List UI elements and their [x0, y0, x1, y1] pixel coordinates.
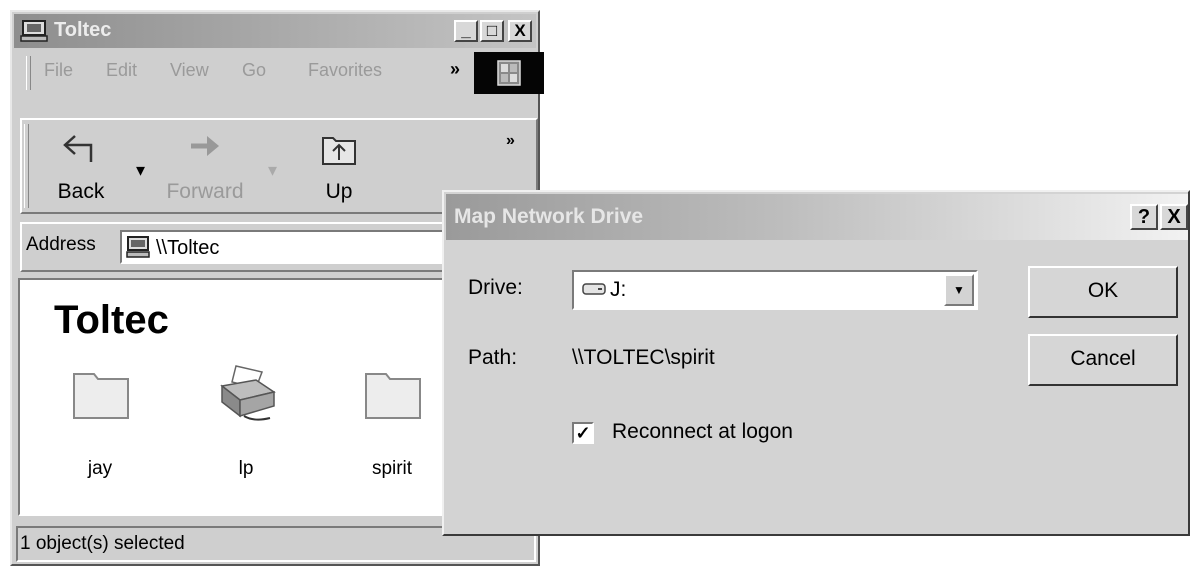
forward-label: Forward: [166, 180, 244, 203]
dropdown-arrow-icon[interactable]: ▼: [944, 274, 974, 306]
minimize-button[interactable]: _: [454, 20, 478, 42]
forward-button[interactable]: Forward: [160, 130, 250, 210]
dialog-titlebar[interactable]: Map Network Drive ? X: [446, 194, 1188, 240]
explorer-titlebar[interactable]: Toltec _ □ X: [14, 14, 536, 48]
address-label: Address: [26, 234, 96, 255]
path-value: \\TOLTEC\spirit: [572, 346, 715, 369]
dialog-close-button[interactable]: X: [1160, 204, 1188, 230]
cancel-button[interactable]: Cancel: [1028, 334, 1178, 386]
help-button[interactable]: ?: [1130, 204, 1158, 230]
printer-icon: [220, 365, 276, 421]
drive-label: Drive:: [468, 276, 523, 299]
explorer-title: Toltec: [54, 19, 112, 41]
computer-icon: [126, 236, 150, 258]
forward-dropdown-icon[interactable]: ▾: [268, 160, 277, 181]
up-folder-icon: [322, 137, 356, 165]
reconnect-checkbox[interactable]: ✓: [572, 422, 594, 444]
file-label-jay: jay: [87, 458, 113, 479]
forward-arrow-icon: [191, 136, 219, 156]
close-button[interactable]: X: [508, 20, 532, 42]
back-button[interactable]: Back: [36, 130, 126, 210]
folder-title: Toltec: [54, 298, 169, 342]
menubar-grip[interactable]: [26, 56, 31, 90]
reconnect-label[interactable]: Reconnect at logon: [612, 420, 793, 444]
drive-value: J:: [610, 278, 627, 301]
toolbar-more-chevron[interactable]: »: [506, 132, 515, 150]
folder-icon: [73, 373, 129, 419]
file-label-spirit: spirit: [371, 458, 413, 479]
menu-edit[interactable]: Edit: [106, 60, 137, 81]
up-button[interactable]: Up: [294, 130, 384, 210]
file-label-lp: lp: [238, 458, 254, 479]
back-label: Back: [57, 180, 105, 203]
file-item-spirit[interactable]: spirit: [342, 358, 442, 479]
windows-logo-throbber: [474, 52, 544, 94]
path-label: Path:: [468, 346, 518, 369]
menu-more-chevron[interactable]: »: [450, 59, 460, 80]
drive-select[interactable]: J: ▼: [572, 270, 978, 310]
menu-file[interactable]: File: [44, 60, 73, 81]
menu-favorites[interactable]: Favorites: [308, 60, 382, 81]
map-network-drive-dialog: Map Network Drive ? X Drive: J: ▼ Path: …: [442, 190, 1190, 536]
file-item-jay[interactable]: jay: [50, 358, 150, 479]
computer-icon: [20, 20, 48, 42]
network-drive-icon: [582, 283, 606, 295]
address-value: \\Toltec: [156, 237, 220, 259]
maximize-button[interactable]: □: [480, 20, 504, 42]
ok-button[interactable]: OK: [1028, 266, 1178, 318]
status-text: 1 object(s) selected: [20, 533, 185, 554]
toolbar-grip[interactable]: [24, 124, 29, 208]
menu-bar: File Edit View Go Favorites »: [20, 52, 544, 94]
back-dropdown-icon[interactable]: ▾: [136, 160, 145, 181]
windows-logo-icon: [497, 60, 521, 86]
dialog-title: Map Network Drive: [454, 205, 644, 228]
menu-view[interactable]: View: [170, 60, 209, 81]
up-label: Up: [325, 180, 353, 203]
menu-go[interactable]: Go: [242, 60, 266, 81]
file-item-lp[interactable]: lp: [196, 358, 296, 479]
back-arrow-icon: [63, 135, 93, 162]
folder-icon: [365, 373, 421, 419]
